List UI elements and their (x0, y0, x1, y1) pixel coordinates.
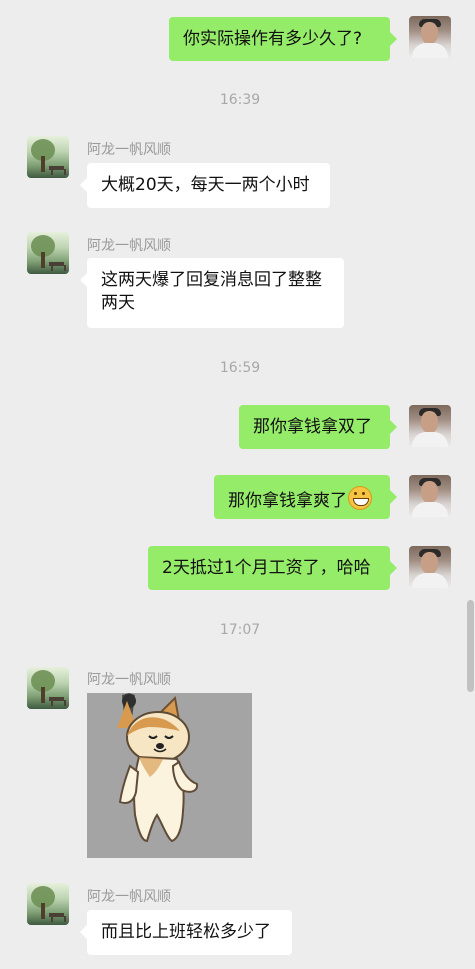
contact-avatar-icon[interactable] (27, 667, 69, 709)
contact-avatar-icon[interactable] (27, 883, 69, 925)
avatar-shirt (412, 432, 448, 447)
avatar-bench-legs (51, 265, 66, 271)
message-text: 大概20天，每天一两个小时 (101, 175, 310, 195)
shiba-dog-icon (87, 693, 252, 858)
user-avatar-icon[interactable] (409, 546, 451, 588)
message-text-line: 两天 (101, 293, 135, 313)
avatar-face (421, 22, 438, 44)
message-text: 2天抵过1个月工资了，哈哈 (162, 558, 371, 578)
user-avatar-icon[interactable] (409, 16, 451, 58)
contact-name: 阿龙一帆风顺 (87, 238, 171, 254)
contact-name: 阿龙一帆风顺 (87, 142, 171, 158)
avatar-bench-legs (51, 700, 66, 706)
message-text: 那你拿钱拿爽了 (228, 491, 347, 511)
avatar-shirt (412, 573, 448, 588)
contact-message-bubble[interactable]: 大概20天，每天一两个小时 (80, 163, 330, 208)
contact-message-bubble[interactable]: 这两天爆了回复消息回了整整 两天 (80, 258, 344, 328)
self-message-bubble[interactable]: 2天抵过1个月工资了，哈哈 (148, 546, 397, 590)
avatar-bench-legs (51, 916, 66, 922)
self-message-bubble[interactable]: 那你拿钱拿双了 (239, 405, 397, 449)
shiba-dog-sticker[interactable] (87, 693, 252, 858)
user-avatar-icon[interactable] (409, 475, 451, 517)
avatar-tree-trunk (41, 687, 45, 703)
avatar-tree-trunk (41, 156, 45, 172)
contact-avatar-icon[interactable] (27, 136, 69, 178)
contact-avatar-icon[interactable] (27, 232, 69, 274)
avatar-face (421, 481, 438, 503)
avatar-shirt (412, 502, 448, 517)
avatar-bench-legs (51, 169, 66, 175)
message-text: 而且比上班轻松多少了 (101, 922, 271, 942)
contact-name: 阿龙一帆风顺 (87, 672, 171, 688)
self-message-bubble[interactable]: 你实际操作有多少久了? (169, 17, 397, 61)
message-text-line: 这两天爆了回复消息回了整整 (101, 270, 322, 290)
self-message-bubble[interactable]: 那你拿钱拿爽了 (214, 475, 397, 519)
avatar-tree-trunk (41, 252, 45, 268)
timestamp: 16:59 (219, 360, 261, 376)
avatar-tree-trunk (41, 903, 45, 919)
contact-message-bubble[interactable]: 而且比上班轻松多少了 (80, 910, 292, 955)
scrollbar-track[interactable] (465, 0, 475, 969)
timestamp: 17:07 (219, 622, 261, 638)
contact-name: 阿龙一帆风顺 (87, 889, 171, 905)
timestamp: 16:39 (219, 92, 261, 108)
avatar-shirt (412, 43, 448, 58)
message-text: 那你拿钱拿双了 (253, 417, 372, 437)
message-text: 你实际操作有多少久了? (183, 29, 363, 49)
user-avatar-icon[interactable] (409, 405, 451, 447)
avatar-face (421, 552, 438, 574)
avatar-face (421, 411, 438, 433)
chat-message-list[interactable]: 你实际操作有多少久了? 16:39 阿龙一帆风顺 大概20天，每天一两个小时 阿… (0, 0, 475, 969)
scrollbar-thumb[interactable] (467, 600, 474, 692)
grinning-face-icon (348, 486, 372, 510)
